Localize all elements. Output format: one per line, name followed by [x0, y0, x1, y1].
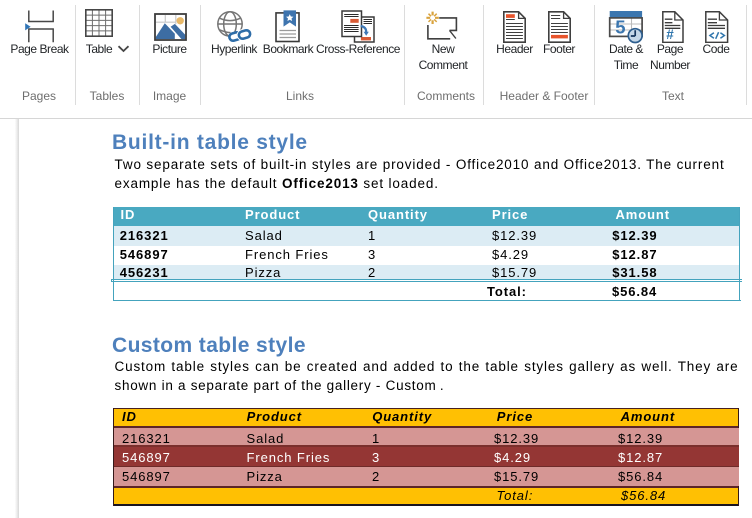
- svg-text:5: 5: [615, 17, 625, 38]
- svg-text:#: #: [666, 27, 674, 42]
